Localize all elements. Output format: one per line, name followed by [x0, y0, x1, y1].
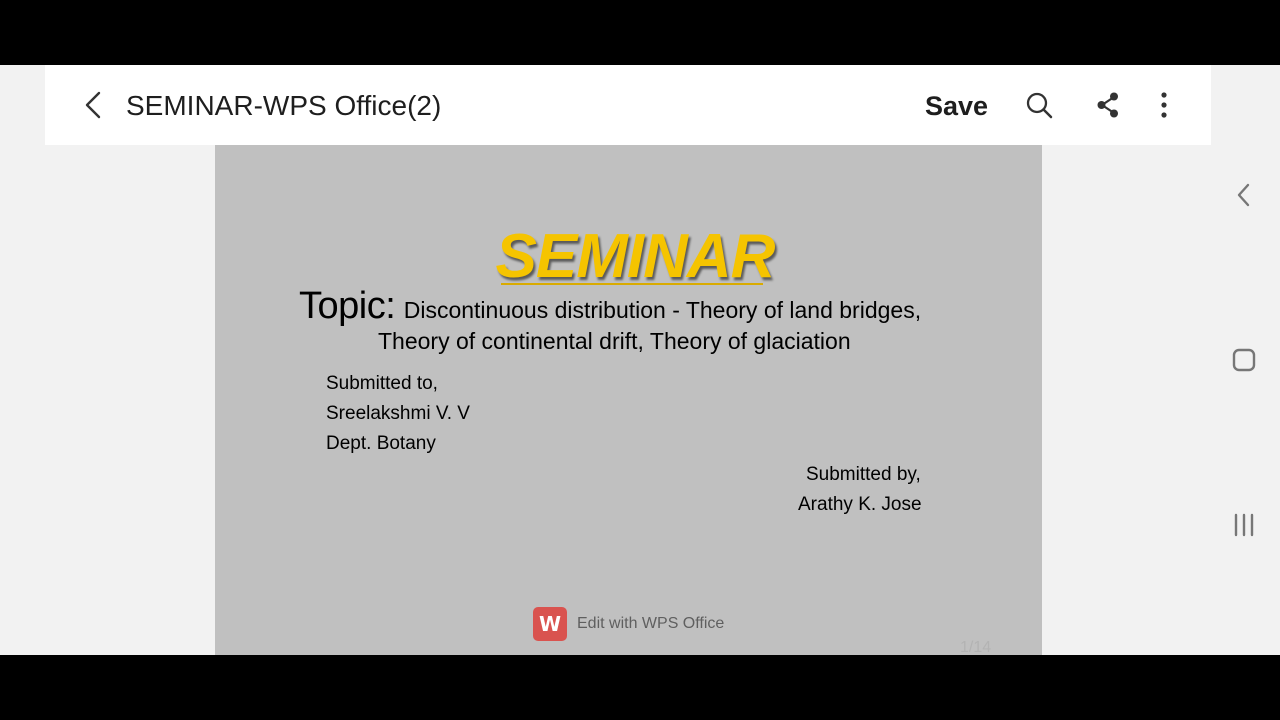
app-bar: SEMINAR-WPS Office(2) Save: [45, 65, 1211, 145]
page-indicator: 1/14: [960, 639, 992, 655]
submitted-to-name: Sreelakshmi V. V: [326, 403, 470, 424]
system-recents-button[interactable]: [1224, 505, 1264, 545]
topic-label: Topic:: [299, 285, 396, 327]
document-title: SEMINAR-WPS Office(2): [126, 90, 442, 121]
back-arrow-icon: [85, 91, 101, 119]
system-home-button[interactable]: [1224, 340, 1264, 380]
wps-logo-icon: W: [533, 607, 567, 641]
more-vertical-icon: [1161, 92, 1167, 118]
save-button[interactable]: Save: [917, 65, 996, 145]
edit-with-wps-button[interactable]: W Edit with WPS Office: [533, 607, 724, 641]
more-options-button[interactable]: [1144, 85, 1184, 125]
topic-line: Topic: Discontinuous distribution - Theo…: [299, 285, 921, 328]
submitted-to-dept: Dept. Botany: [326, 433, 436, 454]
system-back-button[interactable]: [1224, 175, 1264, 215]
search-icon: [1026, 92, 1053, 119]
submitted-by-label: Submitted by,: [806, 464, 921, 485]
submitted-to-label: Submitted to,: [326, 373, 438, 394]
app-area: SEMINAR-WPS Office(2) Save SEMINAR Topic…: [0, 65, 1280, 655]
home-icon: [1232, 348, 1256, 372]
slide-preview[interactable]: SEMINAR Topic: Discontinuous distributio…: [215, 145, 1042, 655]
slide-heading: SEMINAR: [495, 222, 776, 291]
topic-text-line2: Theory of continental drift, Theory of g…: [378, 328, 851, 354]
back-button[interactable]: [73, 85, 113, 125]
recents-icon: [1234, 513, 1254, 537]
topic-text: Discontinuous distribution - Theory of l…: [403, 297, 922, 323]
submitted-by-name: Arathy K. Jose: [798, 494, 922, 515]
edit-with-wps-label: Edit with WPS Office: [577, 615, 725, 632]
device-screen: SEMINAR-WPS Office(2) Save SEMINAR Topic…: [0, 0, 1280, 720]
back-chevron-icon: [1237, 183, 1250, 207]
share-button[interactable]: [1088, 85, 1128, 125]
share-icon: [1097, 92, 1118, 118]
search-button[interactable]: [1019, 85, 1059, 125]
